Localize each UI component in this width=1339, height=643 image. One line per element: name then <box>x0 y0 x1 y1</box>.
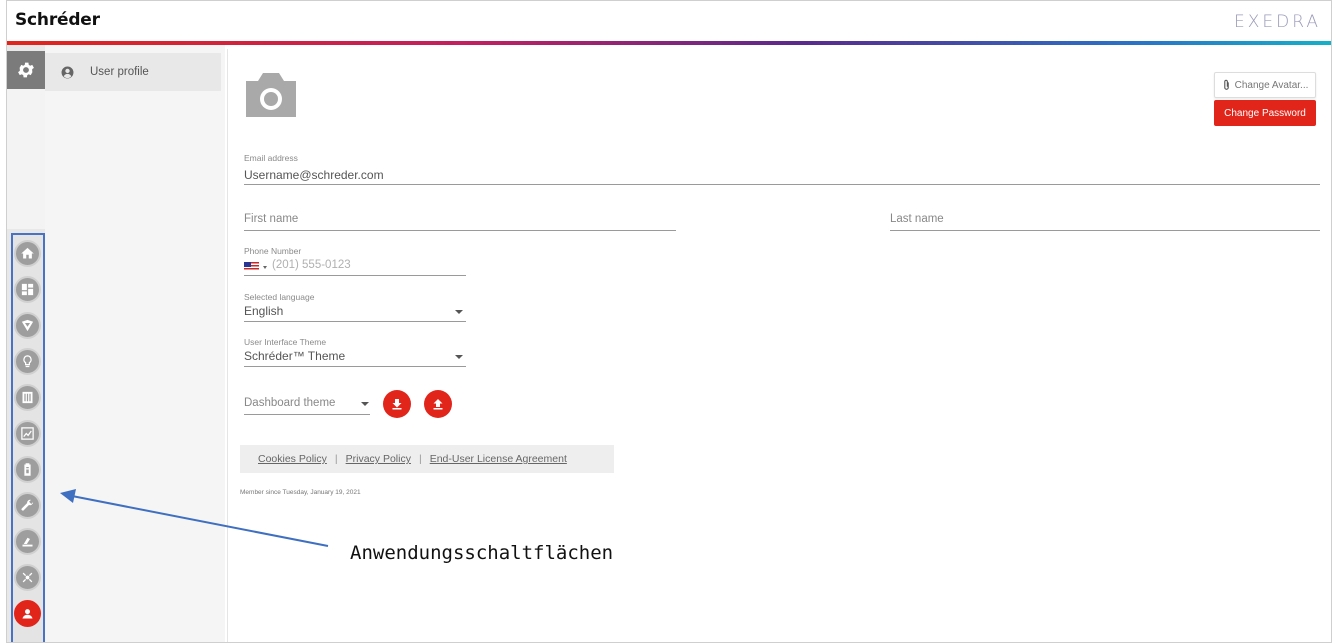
app-header: Schréder EXEDRA <box>7 1 1331 45</box>
submenu-item-user-profile[interactable]: User profile <box>45 53 221 91</box>
phone-underline <box>244 275 466 276</box>
link-separator: | <box>334 453 338 465</box>
dashboard-icon <box>21 283 34 296</box>
lighting-button[interactable] <box>14 348 41 375</box>
dashboard-theme-select[interactable]: Dashboard theme <box>244 397 335 409</box>
change-avatar-button[interactable]: Change Avatar... <box>1214 72 1316 98</box>
first-name-field[interactable]: First name <box>244 213 298 225</box>
battery-button[interactable] <box>14 456 41 483</box>
app-window: Schréder EXEDRA User profile Change Avat… <box>6 0 1332 643</box>
reports-button[interactable] <box>14 420 41 447</box>
satellite-icon <box>22 572 33 583</box>
us-flag-icon[interactable] <box>244 262 259 271</box>
language-select[interactable]: English <box>244 304 283 318</box>
dashboard-button[interactable] <box>14 276 41 303</box>
upload-button[interactable] <box>424 390 452 418</box>
chart-icon <box>21 427 34 440</box>
link-separator: | <box>418 453 422 465</box>
change-password-button[interactable]: Change Password <box>1214 100 1316 126</box>
theme-select[interactable]: Schréder™ Theme <box>244 349 345 363</box>
last-name-field[interactable]: Last name <box>890 213 944 225</box>
email-underline <box>244 184 1320 185</box>
email-field[interactable]: Username@schreder.com <box>244 168 384 182</box>
home-icon <box>21 247 34 259</box>
lift-button[interactable] <box>14 528 41 555</box>
change-avatar-label: Change Avatar... <box>1234 79 1309 91</box>
user-icon <box>22 609 33 619</box>
maintenance-button[interactable] <box>14 492 41 519</box>
shield-button[interactable] <box>14 312 41 339</box>
dashboard-theme-underline <box>244 414 370 415</box>
eula-link[interactable]: End-User License Agreement <box>430 453 567 465</box>
home-button[interactable] <box>14 240 41 267</box>
language-label: Selected language <box>244 292 315 302</box>
catalog-button[interactable] <box>14 384 41 411</box>
first-name-underline <box>244 230 676 231</box>
upload-icon <box>433 399 443 410</box>
download-button[interactable] <box>383 390 411 418</box>
policy-links: Cookies Policy | Privacy Policy | End-Us… <box>240 445 614 473</box>
wrench-icon <box>21 499 34 511</box>
rail-spacer <box>7 89 45 229</box>
cookies-policy-link[interactable]: Cookies Policy <box>258 453 327 465</box>
phone-field[interactable]: (201) 555-0123 <box>272 259 351 271</box>
account-circle-icon <box>61 66 74 78</box>
member-since-text: Member since Tuesday, January 19, 2021 <box>240 489 361 496</box>
battery-icon <box>24 463 31 476</box>
user-profile-button[interactable] <box>14 600 41 627</box>
lift-icon <box>22 537 33 547</box>
paperclip-icon <box>1223 79 1229 90</box>
privacy-policy-link[interactable]: Privacy Policy <box>346 453 411 465</box>
chevron-down-icon[interactable] <box>455 355 463 359</box>
catalog-icon <box>22 391 33 404</box>
brand-logo[interactable]: Schréder <box>15 10 100 30</box>
camera-icon[interactable] <box>242 69 300 119</box>
annotation-label: Anwendungsschaltflächen <box>350 542 614 564</box>
chevron-down-icon[interactable] <box>263 266 267 269</box>
gear-icon <box>18 62 34 78</box>
theme-label: User Interface Theme <box>244 337 327 347</box>
chevron-down-icon[interactable] <box>361 402 369 406</box>
last-name-underline <box>890 230 1320 231</box>
product-logo: EXEDRA <box>1234 12 1321 32</box>
shield-icon <box>21 319 34 332</box>
email-label: Email address <box>244 153 298 163</box>
submenu-item-label: User profile <box>90 66 149 78</box>
phone-label: Phone Number <box>244 246 302 256</box>
download-icon <box>392 399 402 410</box>
theme-underline <box>244 366 466 367</box>
chevron-down-icon[interactable] <box>455 310 463 314</box>
settings-submenu: User profile <box>45 45 225 642</box>
satellite-button[interactable] <box>14 564 41 591</box>
language-underline <box>244 321 466 322</box>
lightbulb-icon <box>23 355 32 368</box>
application-buttons <box>11 233 45 642</box>
settings-button[interactable] <box>7 51 45 89</box>
